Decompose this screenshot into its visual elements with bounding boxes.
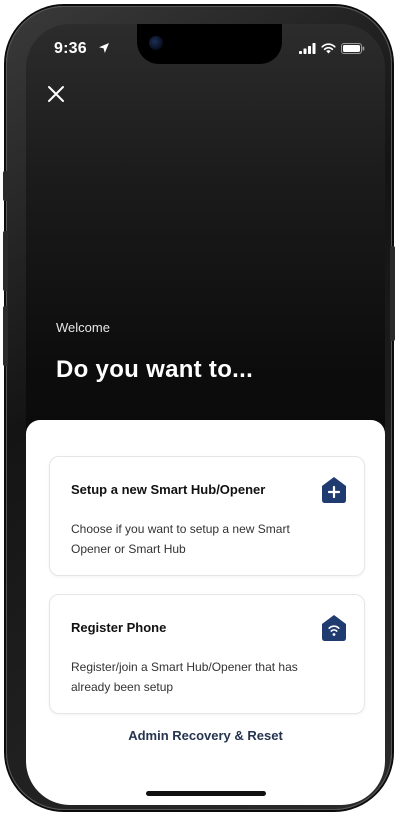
wifi-icon [321, 43, 336, 54]
setup-hub-option-description: Choose if you want to setup a new Smart … [71, 522, 290, 556]
page-title: Do you want to... [56, 356, 254, 383]
admin-recovery-link[interactable]: Admin Recovery & Reset [26, 728, 385, 743]
app-screen: 9:36 Welcome Do you want to... Setup a n… [26, 24, 385, 805]
home-indicator [146, 791, 266, 796]
status-icons [299, 43, 365, 54]
signal-icon [299, 43, 316, 54]
silent-switch [3, 171, 8, 201]
notch [137, 24, 282, 64]
power-button [390, 246, 395, 341]
options-sheet: Setup a new Smart Hub/Opener Choose if y… [26, 420, 385, 805]
device-mockup: 9:36 Welcome Do you want to... Setup a n… [0, 0, 399, 816]
setup-hub-option-title: Setup a new Smart Hub/Opener [71, 482, 266, 497]
register-phone-option-description: Register/join a Smart Hub/Opener that ha… [71, 660, 298, 694]
register-phone-option-card[interactable]: Register Phone Register/join a Smart Hub… [49, 594, 365, 714]
house-plus-icon [322, 477, 346, 503]
welcome-label: Welcome [56, 320, 110, 335]
volume-up-button [3, 231, 8, 291]
house-wifi-icon [322, 615, 346, 641]
camera-icon [149, 36, 163, 50]
register-phone-option-title: Register Phone [71, 620, 167, 635]
setup-hub-option-card[interactable]: Setup a new Smart Hub/Opener Choose if y… [49, 456, 365, 576]
phone-frame: 9:36 Welcome Do you want to... Setup a n… [3, 6, 395, 810]
close-icon[interactable] [44, 82, 68, 106]
battery-icon [341, 43, 365, 54]
volume-down-button [3, 306, 8, 366]
location-arrow-icon [99, 43, 109, 53]
status-time: 9:36 [54, 40, 87, 57]
